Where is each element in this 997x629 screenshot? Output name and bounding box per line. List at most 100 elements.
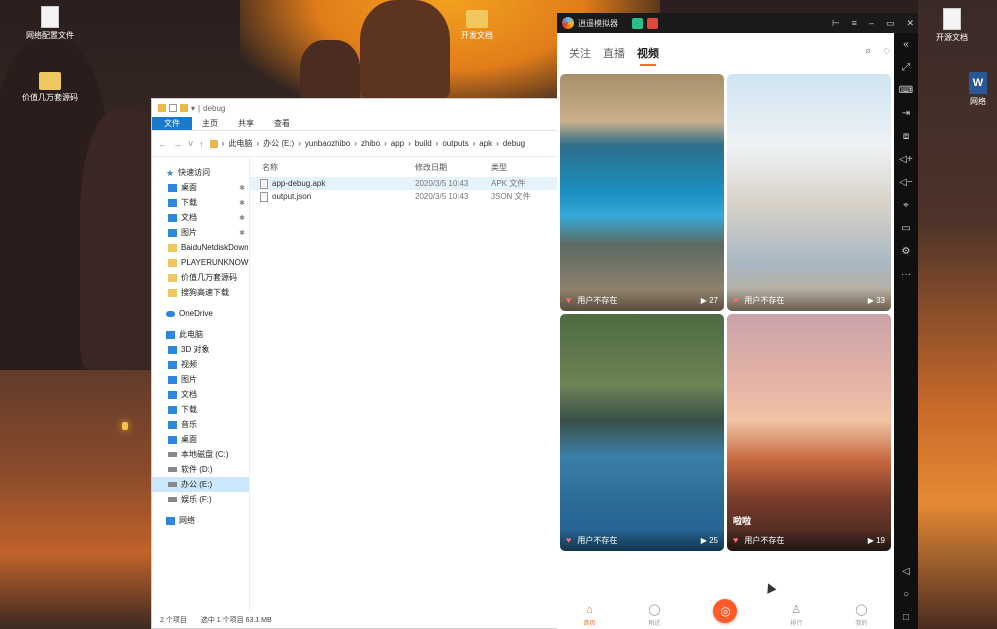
breadcrumb-item[interactable]: zhibo <box>361 139 380 148</box>
nav-item[interactable]: 图片 ✱ <box>152 225 249 240</box>
nav-quick-access[interactable]: ★ 快速访问 <box>152 165 249 180</box>
tab-file[interactable]: 文件 <box>152 117 192 130</box>
nav-item[interactable]: 文档 ✱ <box>152 210 249 225</box>
chevron-down-icon[interactable]: ˅ <box>188 139 193 149</box>
app-icon[interactable] <box>647 17 658 29</box>
folder-icon <box>209 139 218 148</box>
column-name[interactable]: 名称 <box>250 162 415 173</box>
folder-icon <box>168 243 177 252</box>
more-icon[interactable]: ··· <box>901 263 911 286</box>
breadcrumb-item[interactable]: debug <box>503 139 525 148</box>
nav-item[interactable]: PLAYERUNKNOWN <box>152 255 249 270</box>
home-icon[interactable]: ○ <box>903 583 909 606</box>
location-icon[interactable]: ⌖ <box>903 194 909 217</box>
nav-item[interactable]: 桌面 <box>152 432 249 447</box>
folder-icon[interactable]: ▭ <box>901 217 910 240</box>
install-apk-icon[interactable]: ⇥ <box>902 102 910 125</box>
breadcrumb-item[interactable]: 办公 (E:) <box>263 138 294 149</box>
video-card[interactable]: ♥ 用户不存在 ▶ 33 <box>727 74 891 311</box>
nav-item[interactable]: 价值几万套源码 <box>152 270 249 285</box>
navigation-pane: ★ 快速访问 桌面 ✱ 下载 ✱ 文档 ✱ 图片 ✱ BaiduNetdiskDown … <box>152 157 250 612</box>
video-card[interactable]: 啦啦 ♥ 用户不存在 ▶ 19 <box>727 314 891 551</box>
nav-item[interactable]: BaiduNetdiskDown <box>152 240 249 255</box>
recents-icon[interactable]: □ <box>903 606 909 629</box>
video-card[interactable]: ♥ 用户不存在 ▶ 25 <box>560 314 724 551</box>
nav-item[interactable]: 本地磁盘 (C:) <box>152 447 249 462</box>
breadcrumb-item[interactable]: outputs <box>442 139 468 148</box>
file-row[interactable]: app-debug.apk 2020/3/5 10:43 APK 文件 <box>250 177 559 190</box>
screenshot-icon[interactable]: ⧈ <box>903 125 909 148</box>
pin-icon: ✱ <box>239 199 245 207</box>
new-folder-icon[interactable] <box>180 104 188 112</box>
search-icon[interactable]: ⌕ <box>865 45 871 58</box>
up-arrow-icon[interactable]: ↑ <box>199 139 204 149</box>
nav-home[interactable]: ⌂ 首页 <box>583 604 595 627</box>
nav-item-selected[interactable]: 办公 (E:) <box>152 477 249 492</box>
back-arrow-icon[interactable]: ← <box>158 139 167 149</box>
message-icon[interactable]: ◌ <box>883 45 890 58</box>
chevron-down-icon[interactable]: ▾ <box>191 104 195 113</box>
nav-me[interactable]: ◯ 我的 <box>855 603 867 627</box>
back-icon[interactable]: ◁ <box>902 560 910 583</box>
breadcrumb-item[interactable]: app <box>391 139 404 148</box>
app-icon[interactable] <box>632 17 643 29</box>
video-card[interactable]: ♥ 用户不存在 ▶ 27 <box>560 74 724 311</box>
card-user: 用户不存在 <box>577 535 618 545</box>
document-icon <box>168 390 177 399</box>
nav-item[interactable]: 桌面 ✱ <box>152 180 249 195</box>
play-icon: ▶ <box>700 295 710 305</box>
nav-item[interactable]: 下载 ✱ <box>152 195 249 210</box>
forward-arrow-icon[interactable]: → <box>173 139 182 149</box>
address-bar[interactable]: › 此电脑 › 办公 (E:) › yunbaozhibo › zhibo › app ›… <box>209 135 559 153</box>
minimize-icon[interactable]: – <box>869 18 874 28</box>
nav-item[interactable]: 下载 <box>152 402 249 417</box>
desktop-icon-file[interactable]: 开源文档 <box>922 8 982 43</box>
menu-icon[interactable]: ≡ <box>852 18 857 28</box>
nav-item[interactable]: 娱乐 (F:) <box>152 492 249 507</box>
desktop-icon-folder[interactable]: 开发文档 <box>447 10 507 41</box>
nav-item[interactable]: 视频 <box>152 357 249 372</box>
fullscreen-icon[interactable]: ⤢ <box>902 56 910 79</box>
address-row: ← → ˅ ↑ › 此电脑 › 办公 (E:) › yunbaozhibo › zhi… <box>152 131 559 157</box>
tab-home[interactable]: 主页 <box>192 117 228 130</box>
keymap-icon[interactable]: ⊢ <box>832 18 840 29</box>
tab-video[interactable]: 视频 <box>637 45 659 66</box>
desktop-icon-file[interactable]: 网络配置文件 <box>20 6 80 41</box>
keyboard-icon[interactable]: ⌨ <box>899 79 913 102</box>
nav-item[interactable]: 3D 对象 <box>152 342 249 357</box>
nav-nearby[interactable]: ◯ 附近 <box>648 603 660 627</box>
nav-this-pc[interactable]: 此电脑 <box>152 327 249 342</box>
go-live-button[interactable]: ◎ <box>713 599 738 623</box>
nav-item[interactable]: 文档 <box>152 387 249 402</box>
folder-icon <box>168 288 177 297</box>
nav-item[interactable]: 软件 (D:) <box>152 462 249 477</box>
file-row[interactable]: output.json 2020/3/5 10:43 JSON 文件 <box>250 190 559 203</box>
maximize-icon[interactable]: ▭ <box>886 18 895 29</box>
desktop-icon-word[interactable]: W 网络 <box>960 72 996 107</box>
close-icon[interactable]: ✕ <box>906 18 914 29</box>
nav-network[interactable]: 网络 <box>152 513 249 528</box>
tab-view[interactable]: 查看 <box>264 117 300 130</box>
column-type[interactable]: 类型 <box>491 162 551 173</box>
volume-up-icon[interactable]: ◁+ <box>899 148 913 171</box>
desktop-icon-folder[interactable]: 价值几万套源码 <box>20 72 80 103</box>
heart-icon: ♥ <box>566 535 572 545</box>
nav-onedrive[interactable]: OneDrive <box>152 306 249 321</box>
breadcrumb-item[interactable]: build <box>415 139 432 148</box>
properties-icon[interactable] <box>169 104 177 112</box>
tab-share[interactable]: 共享 <box>228 117 264 130</box>
breadcrumb-item[interactable]: 此电脑 <box>228 138 252 149</box>
breadcrumb-item[interactable]: yunbaozhibo <box>305 139 350 148</box>
volume-down-icon[interactable]: ◁− <box>899 171 913 194</box>
status-bar: 2 个项目 选中 1 个项目 63.1 MB <box>152 612 559 628</box>
column-date[interactable]: 修改日期 <box>415 162 491 173</box>
settings-icon[interactable]: ⚙ <box>902 240 911 263</box>
tab-live[interactable]: 直播 <box>603 45 625 61</box>
nav-item[interactable]: 搜狗高速下载 <box>152 285 249 300</box>
nav-item[interactable]: 音乐 <box>152 417 249 432</box>
nav-item[interactable]: 图片 <box>152 372 249 387</box>
nav-ranking[interactable]: ♙ 排行 <box>790 603 802 627</box>
breadcrumb-item[interactable]: apk <box>479 139 492 148</box>
collapse-icon[interactable]: « <box>903 33 909 56</box>
tab-follow[interactable]: 关注 <box>569 45 591 61</box>
